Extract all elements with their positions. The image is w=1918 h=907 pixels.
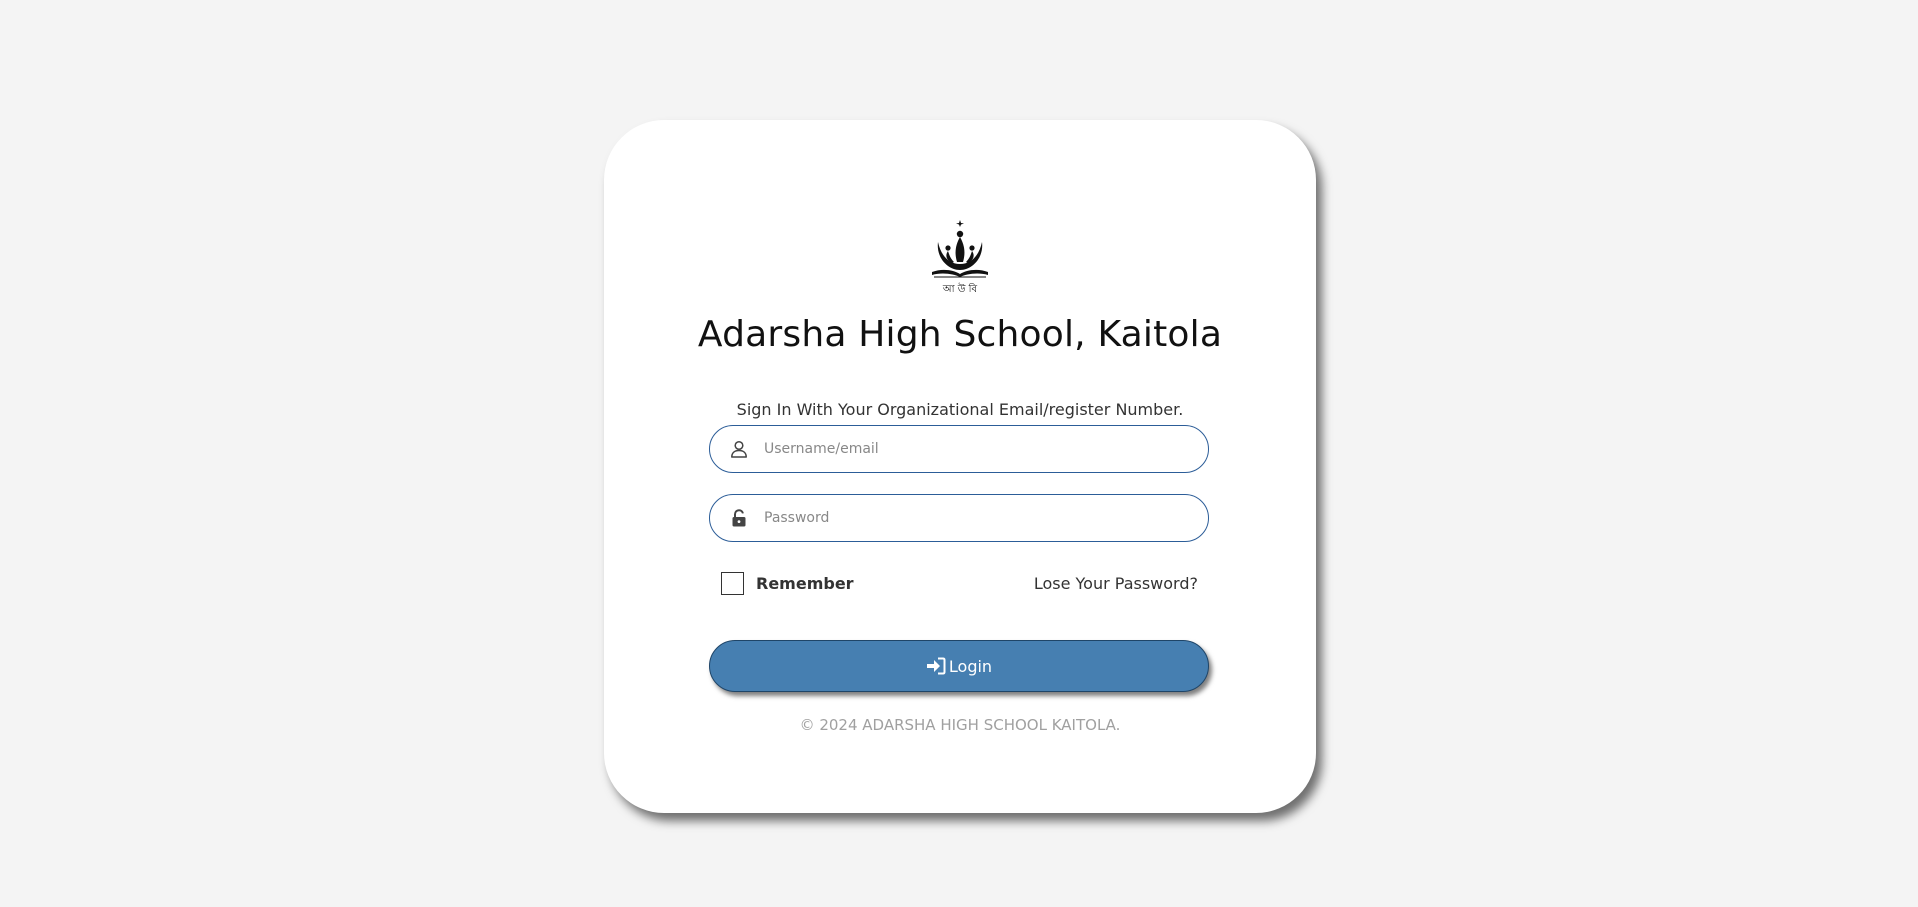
username-input[interactable] [762,440,1188,458]
login-button[interactable]: Login [709,640,1209,692]
remember-row: Remember Lose Your Password? [721,572,1198,598]
page-title: Adarsha High School, Kaitola [697,314,1223,355]
school-emblem-icon: আ উ বি [926,218,994,296]
password-input[interactable] [762,509,1188,527]
forgot-password-link[interactable]: Lose Your Password? [1034,574,1198,593]
unlock-icon [728,507,750,529]
sign-in-icon [926,657,946,675]
remember-checkbox[interactable] [721,572,744,595]
user-icon [728,438,750,460]
signin-instruction: Sign In With Your Organizational Email/r… [736,400,1184,419]
login-button-label: Login [948,656,993,676]
username-field[interactable] [709,425,1209,473]
login-card: আ উ বি Adarsha High School, Kaitola Sign… [604,120,1316,813]
remember-label[interactable]: Remember [756,574,854,593]
copyright-footer: © 2024 ADARSHA HIGH SCHOOL KAITOLA. [799,716,1121,734]
password-field[interactable] [709,494,1209,542]
logo-caption: আ উ বি [942,282,978,295]
